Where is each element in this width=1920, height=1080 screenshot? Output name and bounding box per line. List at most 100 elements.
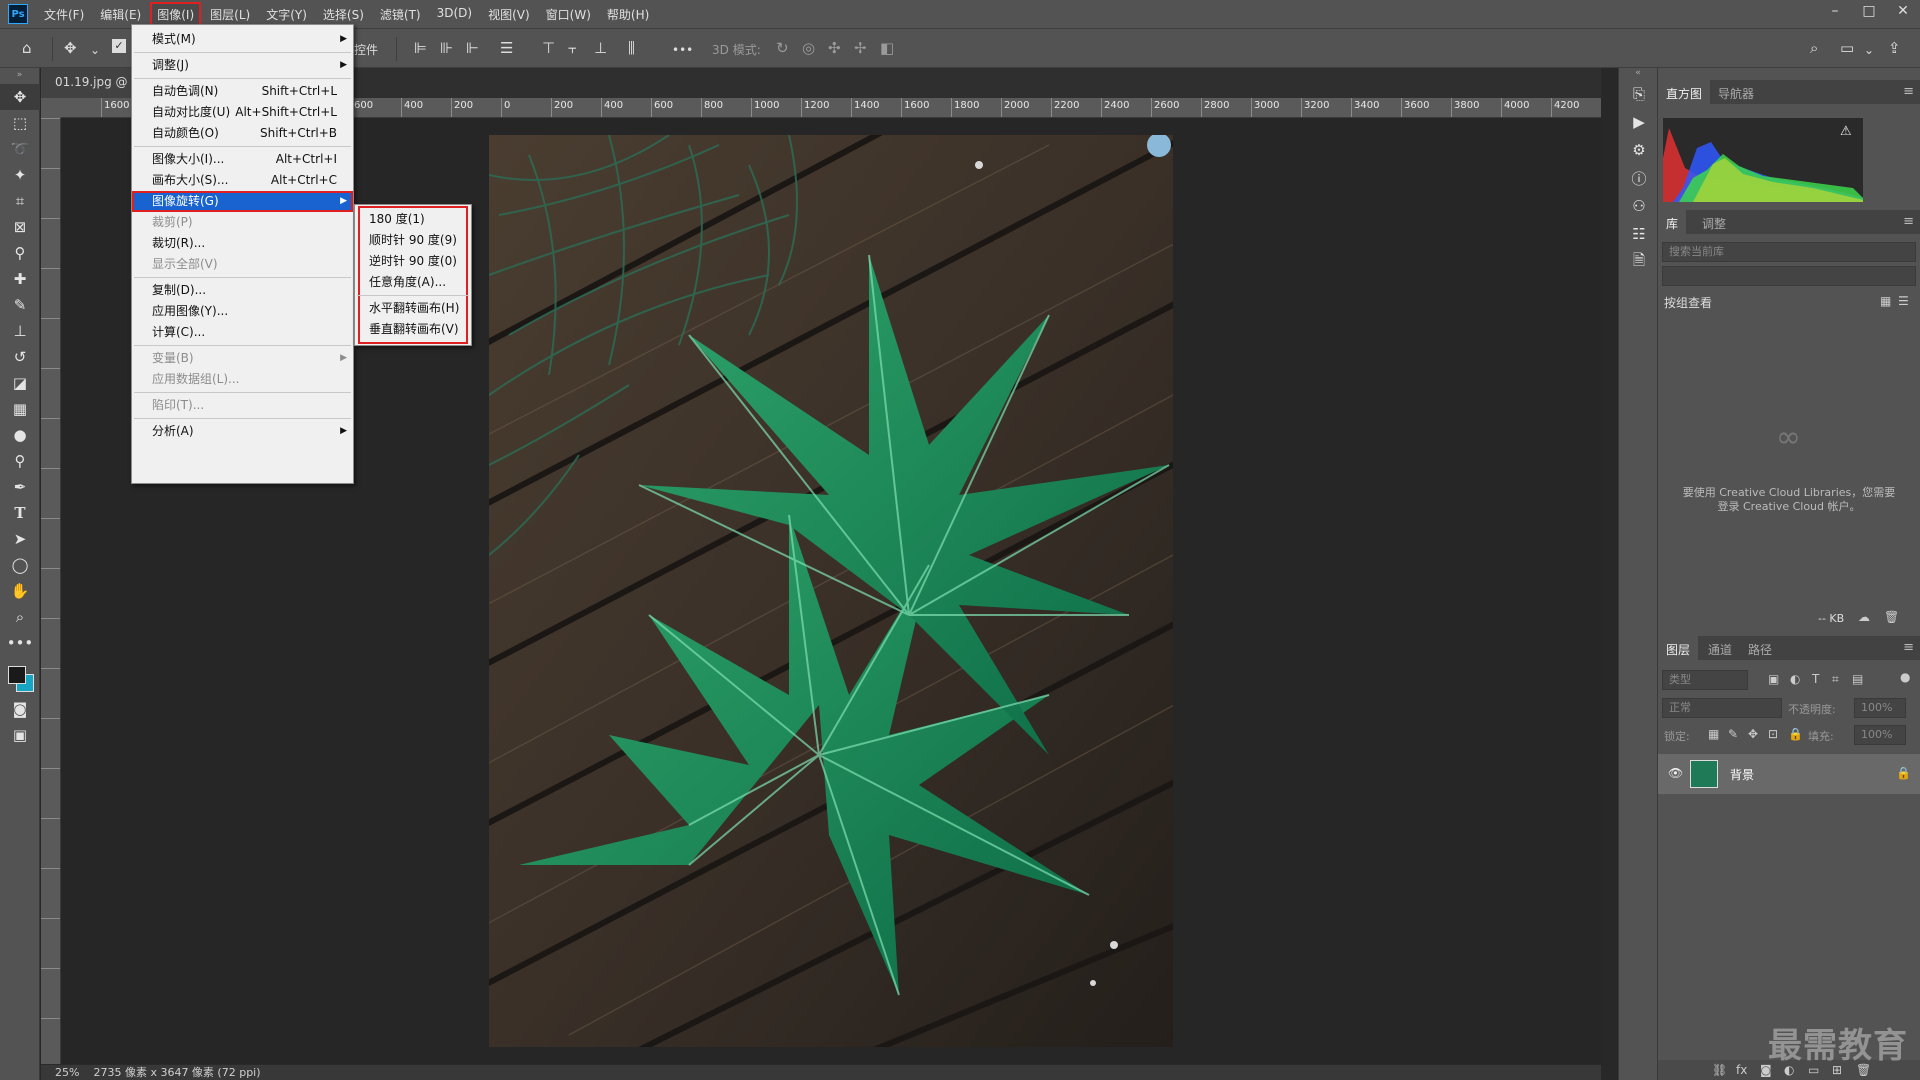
image-menu-item[interactable]: 裁切(R)... (132, 233, 353, 254)
image-menu-item[interactable]: 自动颜色(O) Shift+Ctrl+B (132, 123, 353, 144)
rotate-menu-item[interactable]: 垂直翻转画布(V) (355, 319, 471, 340)
move-tool-icon[interactable]: ✥ (64, 38, 77, 58)
menu-item-6[interactable]: 滤镜(T) (374, 3, 427, 26)
properties-panel-icon[interactable]: ⚙ (1619, 136, 1659, 164)
align-center-icon[interactable]: ⊪ (440, 38, 453, 58)
lock-transparent-icon[interactable]: ▦ (1708, 727, 1719, 741)
panel-menu-icon[interactable]: ≡ (1903, 214, 1914, 229)
tab-libraries[interactable]: 库 (1658, 210, 1687, 234)
grid-view-icon[interactable]: ▦ (1880, 294, 1891, 308)
filter-smart-icon[interactable]: ▤ (1852, 672, 1863, 686)
blend-mode-select[interactable]: 正常 (1662, 698, 1782, 718)
link-layers-icon[interactable]: ⛓ (1712, 1063, 1727, 1077)
filter-pixel-icon[interactable]: ▣ (1768, 672, 1779, 686)
history-panel-icon[interactable]: ⎘ (1619, 80, 1659, 108)
screen-mode-icon[interactable]: ▣ (0, 722, 40, 748)
notes-panel-icon[interactable]: 🗎 (1619, 248, 1659, 276)
document-info[interactable]: 2735 像素 x 3647 像素 (72 ppi) (93, 1066, 260, 1079)
align-middle-icon[interactable]: ⫟ (568, 38, 577, 58)
tab-adjustments[interactable]: 调整 (1694, 210, 1734, 234)
foreground-color-swatch[interactable] (8, 666, 26, 684)
rotate-menu-item[interactable]: 顺时针 90 度(9) (355, 230, 471, 251)
list-view-icon[interactable]: ☰ (1898, 294, 1909, 308)
filter-toggle-icon[interactable]: ● (1900, 670, 1910, 684)
menu-item-8[interactable]: 视图(V) (482, 3, 536, 26)
eye-visibility-icon[interactable]: 👁 (1668, 766, 1683, 780)
marquee-tool-icon[interactable]: ⬚ (0, 110, 40, 136)
layer-filter-input[interactable]: 类型 (1662, 670, 1748, 690)
tab-histogram[interactable]: 直方图 (1658, 80, 1711, 104)
crop-tool-icon[interactable]: ⌗ (0, 188, 40, 214)
workspace-chevron-icon[interactable]: ⌄ (1864, 40, 1874, 60)
frame-tool-icon[interactable]: ⊠ (0, 214, 40, 240)
magic-wand-tool-icon[interactable]: ✦ (0, 162, 40, 188)
distribute-icon[interactable]: ☰ (500, 38, 513, 58)
3d-orbit-icon[interactable]: ↻ (776, 38, 789, 58)
blur-tool-icon[interactable]: ● (0, 422, 40, 448)
document-image[interactable] (489, 135, 1173, 1047)
collapse-icon[interactable]: » (0, 68, 39, 84)
tab-layers[interactable]: 图层 (1658, 636, 1699, 660)
align-top-icon[interactable]: ⊤ (542, 38, 555, 58)
image-menu-item[interactable]: 裁剪(P) (132, 212, 353, 233)
menu-item-5[interactable]: 选择(S) (317, 3, 370, 26)
lock-pixels-icon[interactable]: ✎ (1728, 727, 1738, 741)
ellipse-tool-icon[interactable]: ◯ (0, 552, 40, 578)
hand-tool-icon[interactable]: ✋ (0, 578, 40, 604)
healing-brush-tool-icon[interactable]: ✚ (0, 266, 40, 292)
quick-mask-icon[interactable]: ◙ (0, 696, 40, 722)
rotate-menu-item[interactable]: 水平翻转画布(H) (355, 298, 471, 319)
image-menu-item[interactable]: 分析(A) ▶ (132, 421, 353, 442)
home-icon[interactable]: ⌂ (22, 38, 32, 58)
vertical-ruler[interactable] (41, 118, 61, 1064)
layer-name[interactable]: 背景 (1730, 766, 1754, 783)
eyedropper-tool-icon[interactable]: ⚲ (0, 240, 40, 266)
actions-panel-icon[interactable]: ▶ (1619, 108, 1659, 136)
3d-slide-icon[interactable]: ✢ (854, 38, 867, 58)
gradient-tool-icon[interactable]: ▦ (0, 396, 40, 422)
lasso-tool-icon[interactable]: ➰ (0, 136, 40, 162)
eraser-tool-icon[interactable]: ◪ (0, 370, 40, 396)
menu-item-0[interactable]: 文件(F) (38, 3, 90, 26)
menu-item-7[interactable]: 3D(D) (431, 3, 478, 26)
edit-toolbar-icon[interactable]: ••• (0, 630, 40, 656)
3d-pan-icon[interactable]: ✣ (828, 38, 841, 58)
workspace-icon[interactable]: ▭ (1840, 38, 1854, 58)
rotate-menu-item[interactable]: 任意角度(A)... (355, 272, 471, 293)
filter-shape-icon[interactable]: ⌗ (1832, 672, 1839, 687)
brush-tool-icon[interactable]: ✎ (0, 292, 40, 318)
menu-item-9[interactable]: 窗口(W) (540, 3, 597, 26)
image-menu-item[interactable]: 调整(J) ▶ (132, 55, 353, 76)
search-icon[interactable]: ⌕ (1810, 38, 1818, 58)
lock-artboard-icon[interactable]: ⊡ (1768, 727, 1778, 741)
image-menu-item[interactable]: 显示全部(V) (132, 254, 353, 275)
layer-style-icon[interactable]: fx (1736, 1063, 1747, 1077)
collapse-icon[interactable]: « (1619, 68, 1657, 80)
share-icon[interactable]: ⇪ (1888, 38, 1901, 58)
close-button[interactable]: ✕ (1886, 0, 1920, 22)
lock-position-icon[interactable]: ✥ (1748, 727, 1758, 741)
rotate-menu-item[interactable]: 180 度(1) (355, 209, 471, 230)
lock-all-icon[interactable]: 🔒 (1788, 727, 1803, 741)
zoom-level[interactable]: 25% (55, 1066, 79, 1079)
paragraph-panel-icon[interactable]: ☷ (1619, 220, 1659, 248)
align-right-icon[interactable]: ⊩ (466, 38, 479, 58)
pen-tool-icon[interactable]: ✒ (0, 474, 40, 500)
library-dropdown[interactable] (1662, 266, 1916, 286)
menu-item-4[interactable]: 文字(Y) (260, 3, 313, 26)
panel-menu-icon[interactable]: ≡ (1903, 640, 1914, 655)
distribute-vertical-icon[interactable]: ⫼ (628, 38, 635, 58)
tab-channels[interactable]: 通道 (1700, 636, 1740, 660)
tab-paths[interactable]: 路径 (1740, 636, 1780, 660)
image-menu-item[interactable]: 陷印(T)... (132, 395, 353, 416)
fill-input[interactable]: 100% (1854, 725, 1906, 745)
image-menu-item[interactable]: 自动色调(N) Shift+Ctrl+L (132, 81, 353, 102)
clone-stamp-tool-icon[interactable]: ⊥ (0, 318, 40, 344)
rotate-menu-item[interactable]: 逆时针 90 度(0) (355, 251, 471, 272)
move-tool-icon[interactable]: ✥ (0, 84, 40, 110)
image-menu-item[interactable]: 复制(D)... (132, 280, 353, 301)
dodge-tool-icon[interactable]: ⚲ (0, 448, 40, 474)
history-brush-tool-icon[interactable]: ↺ (0, 344, 40, 370)
cloud-sync-icon[interactable]: ☁ (1858, 610, 1870, 624)
image-menu-item[interactable]: 应用数据组(L)... (132, 369, 353, 390)
